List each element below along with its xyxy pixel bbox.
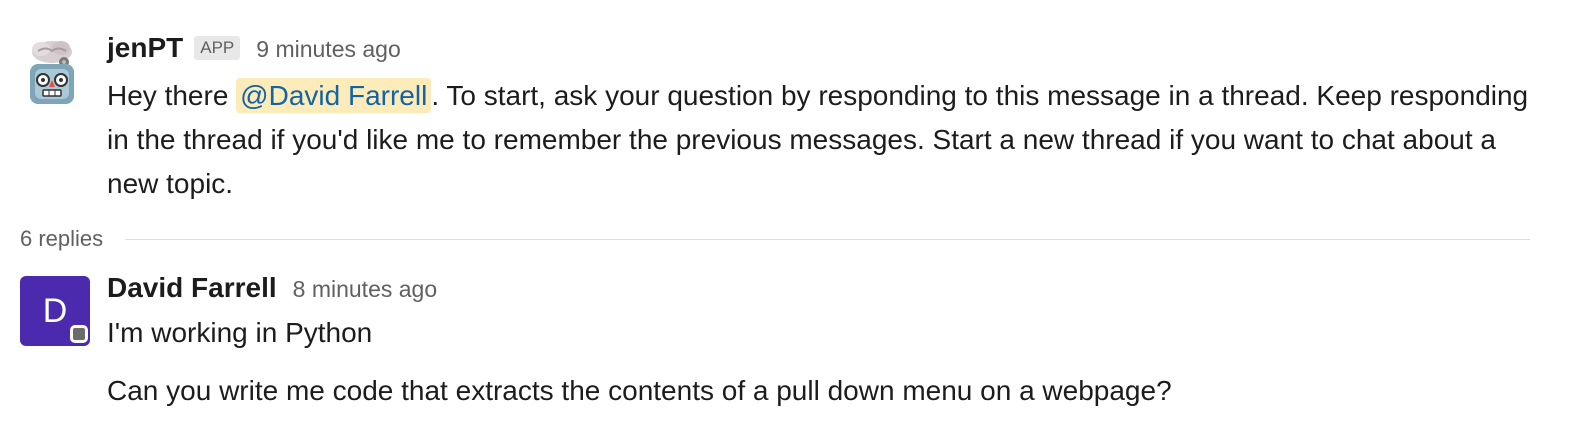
replies-count[interactable]: 6 replies: [20, 226, 103, 252]
message-header: David Farrell 8 minutes ago: [107, 272, 437, 304]
message-text: Hey there: [107, 80, 237, 111]
author-name[interactable]: David Farrell: [107, 272, 277, 304]
avatar-letter: D: [42, 292, 68, 330]
status-away-icon: [70, 325, 88, 343]
message-body: Hey there @David Farrell. To start, ask …: [107, 74, 1547, 206]
message-line: I'm working in Python: [107, 317, 373, 348]
author-name[interactable]: jenPT: [107, 32, 183, 64]
thread-replies-divider: 6 replies: [20, 224, 1530, 254]
user-mention[interactable]: @David Farrell: [236, 78, 432, 113]
timestamp[interactable]: 9 minutes ago: [256, 36, 400, 63]
robot-brain-icon[interactable]: [24, 38, 80, 106]
timestamp[interactable]: 8 minutes ago: [293, 276, 437, 303]
divider-line: [125, 238, 1530, 240]
app-badge: APP: [194, 36, 241, 60]
message-header: jenPT APP 9 minutes ago: [107, 32, 401, 64]
message-line: Can you write me code that extracts the …: [107, 375, 1172, 406]
